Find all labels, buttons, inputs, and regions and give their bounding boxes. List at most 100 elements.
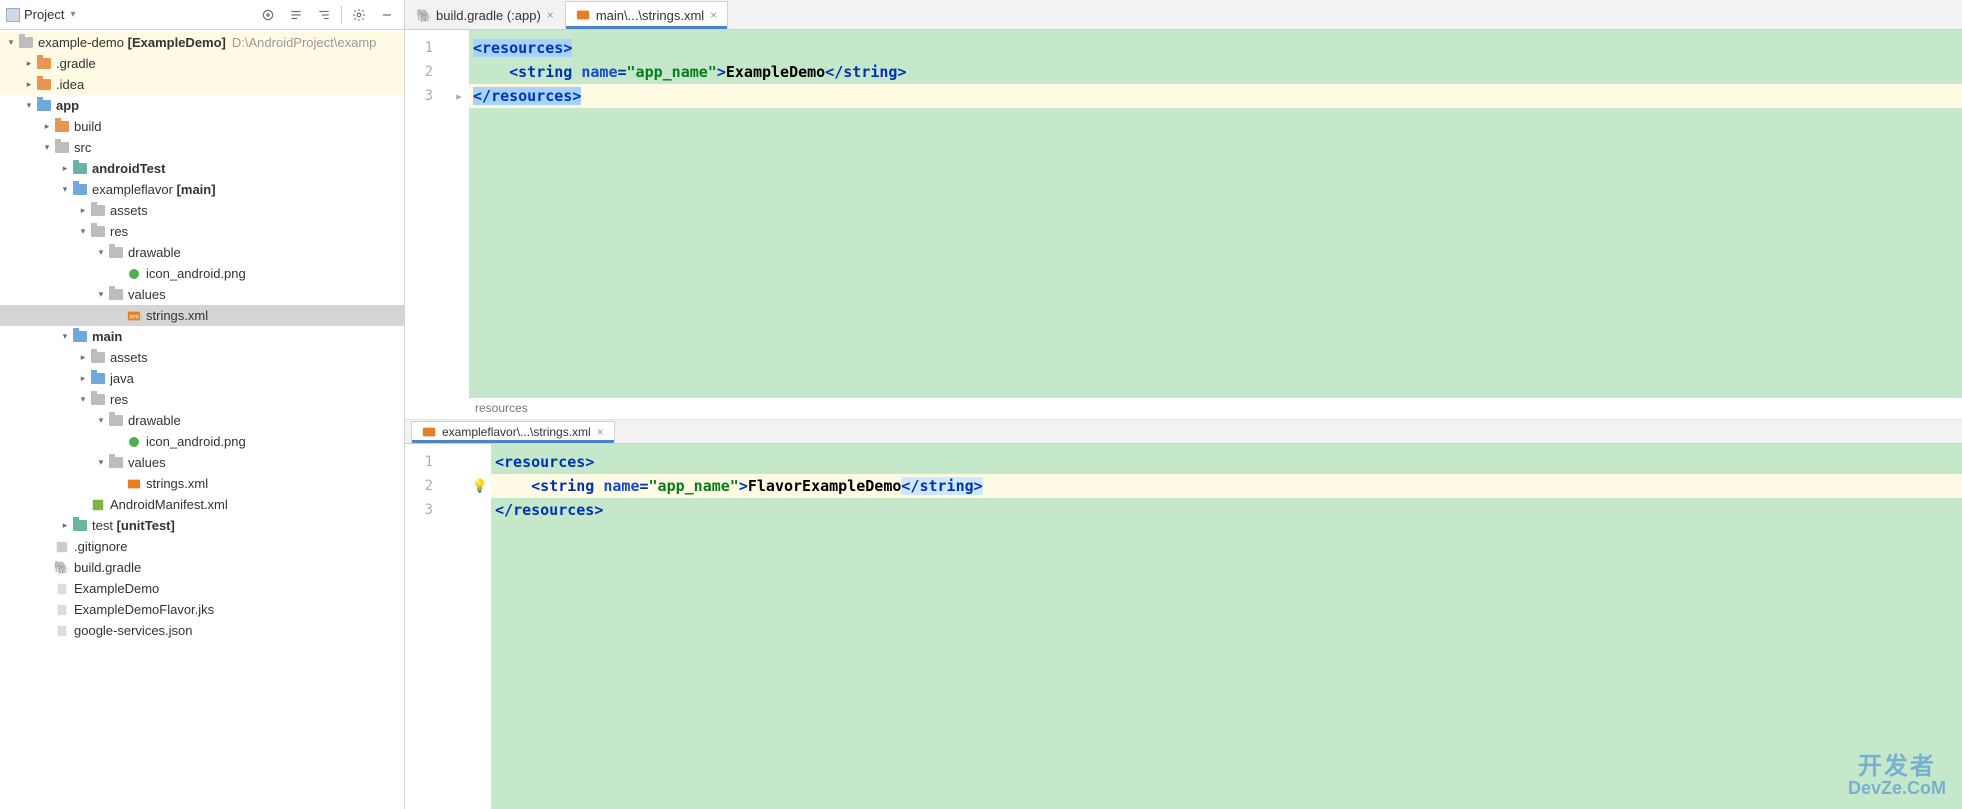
node-label: drawable [128, 245, 181, 260]
folder-icon [90, 350, 106, 366]
expand-icon[interactable]: ▾ [94, 457, 108, 468]
tree-node[interactable]: ▾exampleflavor [main] [0, 179, 404, 200]
tree-node[interactable]: ▾ src [0, 137, 404, 158]
tree-node[interactable]: 🐘 build.gradle [0, 557, 404, 578]
tree-node[interactable]: icon_android.png [0, 431, 404, 452]
node-label: icon_android.png [146, 434, 246, 449]
folder-icon [90, 203, 106, 219]
source-folder-icon [72, 329, 88, 345]
tree-node[interactable]: .gitignore [0, 536, 404, 557]
close-icon[interactable]: × [547, 8, 554, 22]
expand-icon[interactable]: ▸ [22, 79, 36, 90]
close-icon[interactable]: × [710, 8, 717, 22]
expand-icon[interactable]: ▾ [58, 184, 72, 195]
tree-node[interactable]: ▸build [0, 116, 404, 137]
code-editor[interactable]: 1 2 3 ▸ <resources> <string name="app_na… [405, 30, 1962, 398]
tree-node[interactable]: ▾res [0, 221, 404, 242]
expand-icon[interactable]: ▸ [76, 373, 90, 384]
expand-icon[interactable]: ▾ [76, 394, 90, 405]
code-content[interactable]: <resources> <string name="app_name">Exam… [469, 30, 1962, 398]
tree-node[interactable]: ▸.gradle [0, 53, 404, 74]
locate-file-button[interactable] [257, 4, 279, 26]
expand-icon[interactable]: ▾ [4, 37, 18, 48]
node-label: app [56, 98, 79, 113]
minor-tab[interactable]: exampleflavor\...\strings.xml × [411, 421, 615, 443]
manifest-file-icon [90, 497, 106, 513]
tree-root[interactable]: ▾ example-demo [ExampleDemo] D:\AndroidP… [0, 32, 404, 53]
fold-gutter[interactable] [449, 444, 469, 809]
tab-strings-xml[interactable]: main\...\strings.xml × [565, 1, 728, 29]
expand-icon[interactable]: ▾ [94, 415, 108, 426]
expand-all-button[interactable] [285, 4, 307, 26]
code-content[interactable]: <resources> <string name="app_name">Flav… [491, 444, 1962, 809]
node-label: src [74, 140, 91, 155]
tree-node[interactable]: AndroidManifest.xml [0, 494, 404, 515]
close-icon[interactable]: × [597, 425, 604, 439]
tree-node[interactable]: ▾ values [0, 284, 404, 305]
image-file-icon [126, 266, 142, 282]
expand-icon[interactable]: ▸ [58, 163, 72, 174]
tree-node-selected[interactable]: xml strings.xml [0, 305, 404, 326]
expand-icon[interactable]: ▸ [76, 205, 90, 216]
breadcrumb[interactable]: resources [405, 398, 1962, 420]
json-file-icon [54, 623, 70, 639]
tree-node[interactable]: ▾ drawable [0, 242, 404, 263]
expand-icon[interactable]: ▸ [58, 520, 72, 531]
tree-node[interactable]: google-services.json [0, 620, 404, 641]
node-label: values [128, 287, 166, 302]
gradle-file-icon: 🐘 [54, 560, 70, 576]
breadcrumb-item[interactable]: resources [475, 401, 528, 415]
node-label: strings.xml [146, 476, 208, 491]
tree-node[interactable]: ▸androidTest [0, 158, 404, 179]
tree-node[interactable]: ▸test [unitTest] [0, 515, 404, 536]
tree-node-main[interactable]: ▾main [0, 326, 404, 347]
fold-arrow-icon[interactable]: ▸ [456, 90, 462, 103]
settings-button[interactable] [348, 4, 370, 26]
sidebar-title[interactable]: Project ▾ [6, 7, 257, 22]
xml-file-icon [422, 425, 436, 439]
tree-node[interactable]: ▾values [0, 452, 404, 473]
folder-icon [108, 413, 124, 429]
project-tree[interactable]: ▾ example-demo [ExampleDemo] D:\AndroidP… [0, 30, 404, 809]
project-view-icon [6, 8, 20, 22]
tab-build-gradle[interactable]: 🐘 build.gradle (:app) × [405, 1, 565, 29]
node-label: AndroidManifest.xml [110, 497, 228, 512]
tree-node[interactable]: ▾drawable [0, 410, 404, 431]
lightbulb-icon[interactable]: 💡 [472, 478, 488, 494]
line-number-gutter: 1 2 3 [405, 30, 449, 398]
expand-icon[interactable]: ▾ [94, 289, 108, 300]
tab-label: build.gradle (:app) [436, 8, 541, 23]
expand-icon[interactable]: ▸ [40, 121, 54, 132]
folder-icon [108, 287, 124, 303]
fold-gutter[interactable]: ▸ [449, 30, 469, 398]
tree-node-app[interactable]: ▾ app [0, 95, 404, 116]
tree-node[interactable]: ▸assets [0, 347, 404, 368]
expand-icon[interactable]: ▾ [76, 226, 90, 237]
tree-node[interactable]: ▾res [0, 389, 404, 410]
minimize-button[interactable] [376, 4, 398, 26]
collapse-all-button[interactable] [313, 4, 335, 26]
sidebar-title-label: Project [24, 7, 64, 22]
folder-icon [90, 224, 106, 240]
expand-icon[interactable]: ▾ [40, 142, 54, 153]
tree-node[interactable]: strings.xml [0, 473, 404, 494]
expand-icon[interactable]: ▾ [58, 331, 72, 342]
node-label: build.gradle [74, 560, 141, 575]
tree-node[interactable]: ▸assets [0, 200, 404, 221]
code-editor[interactable]: 1 2 3 💡 <resources> <string na [405, 444, 1962, 809]
expand-icon[interactable]: ▸ [76, 352, 90, 363]
editor-tabs: 🐘 build.gradle (:app) × main\...\strings… [405, 0, 1962, 30]
tree-node[interactable]: ExampleDemoFlavor.jks [0, 599, 404, 620]
node-label: strings.xml [146, 308, 208, 323]
tree-node[interactable]: ▸java [0, 368, 404, 389]
editor-pane-bottom: exampleflavor\...\strings.xml × 1 2 3 [405, 420, 1962, 809]
expand-icon[interactable]: ▸ [22, 58, 36, 69]
expand-icon[interactable]: ▾ [22, 100, 36, 111]
tab-label: exampleflavor\...\strings.xml [442, 425, 591, 439]
tree-node[interactable]: ExampleDemo [0, 578, 404, 599]
tree-node[interactable]: icon_android.png [0, 263, 404, 284]
svg-text:xml: xml [129, 313, 139, 320]
sidebar-header: Project ▾ [0, 0, 404, 30]
tree-node[interactable]: ▸.idea [0, 74, 404, 95]
expand-icon[interactable]: ▾ [94, 247, 108, 258]
